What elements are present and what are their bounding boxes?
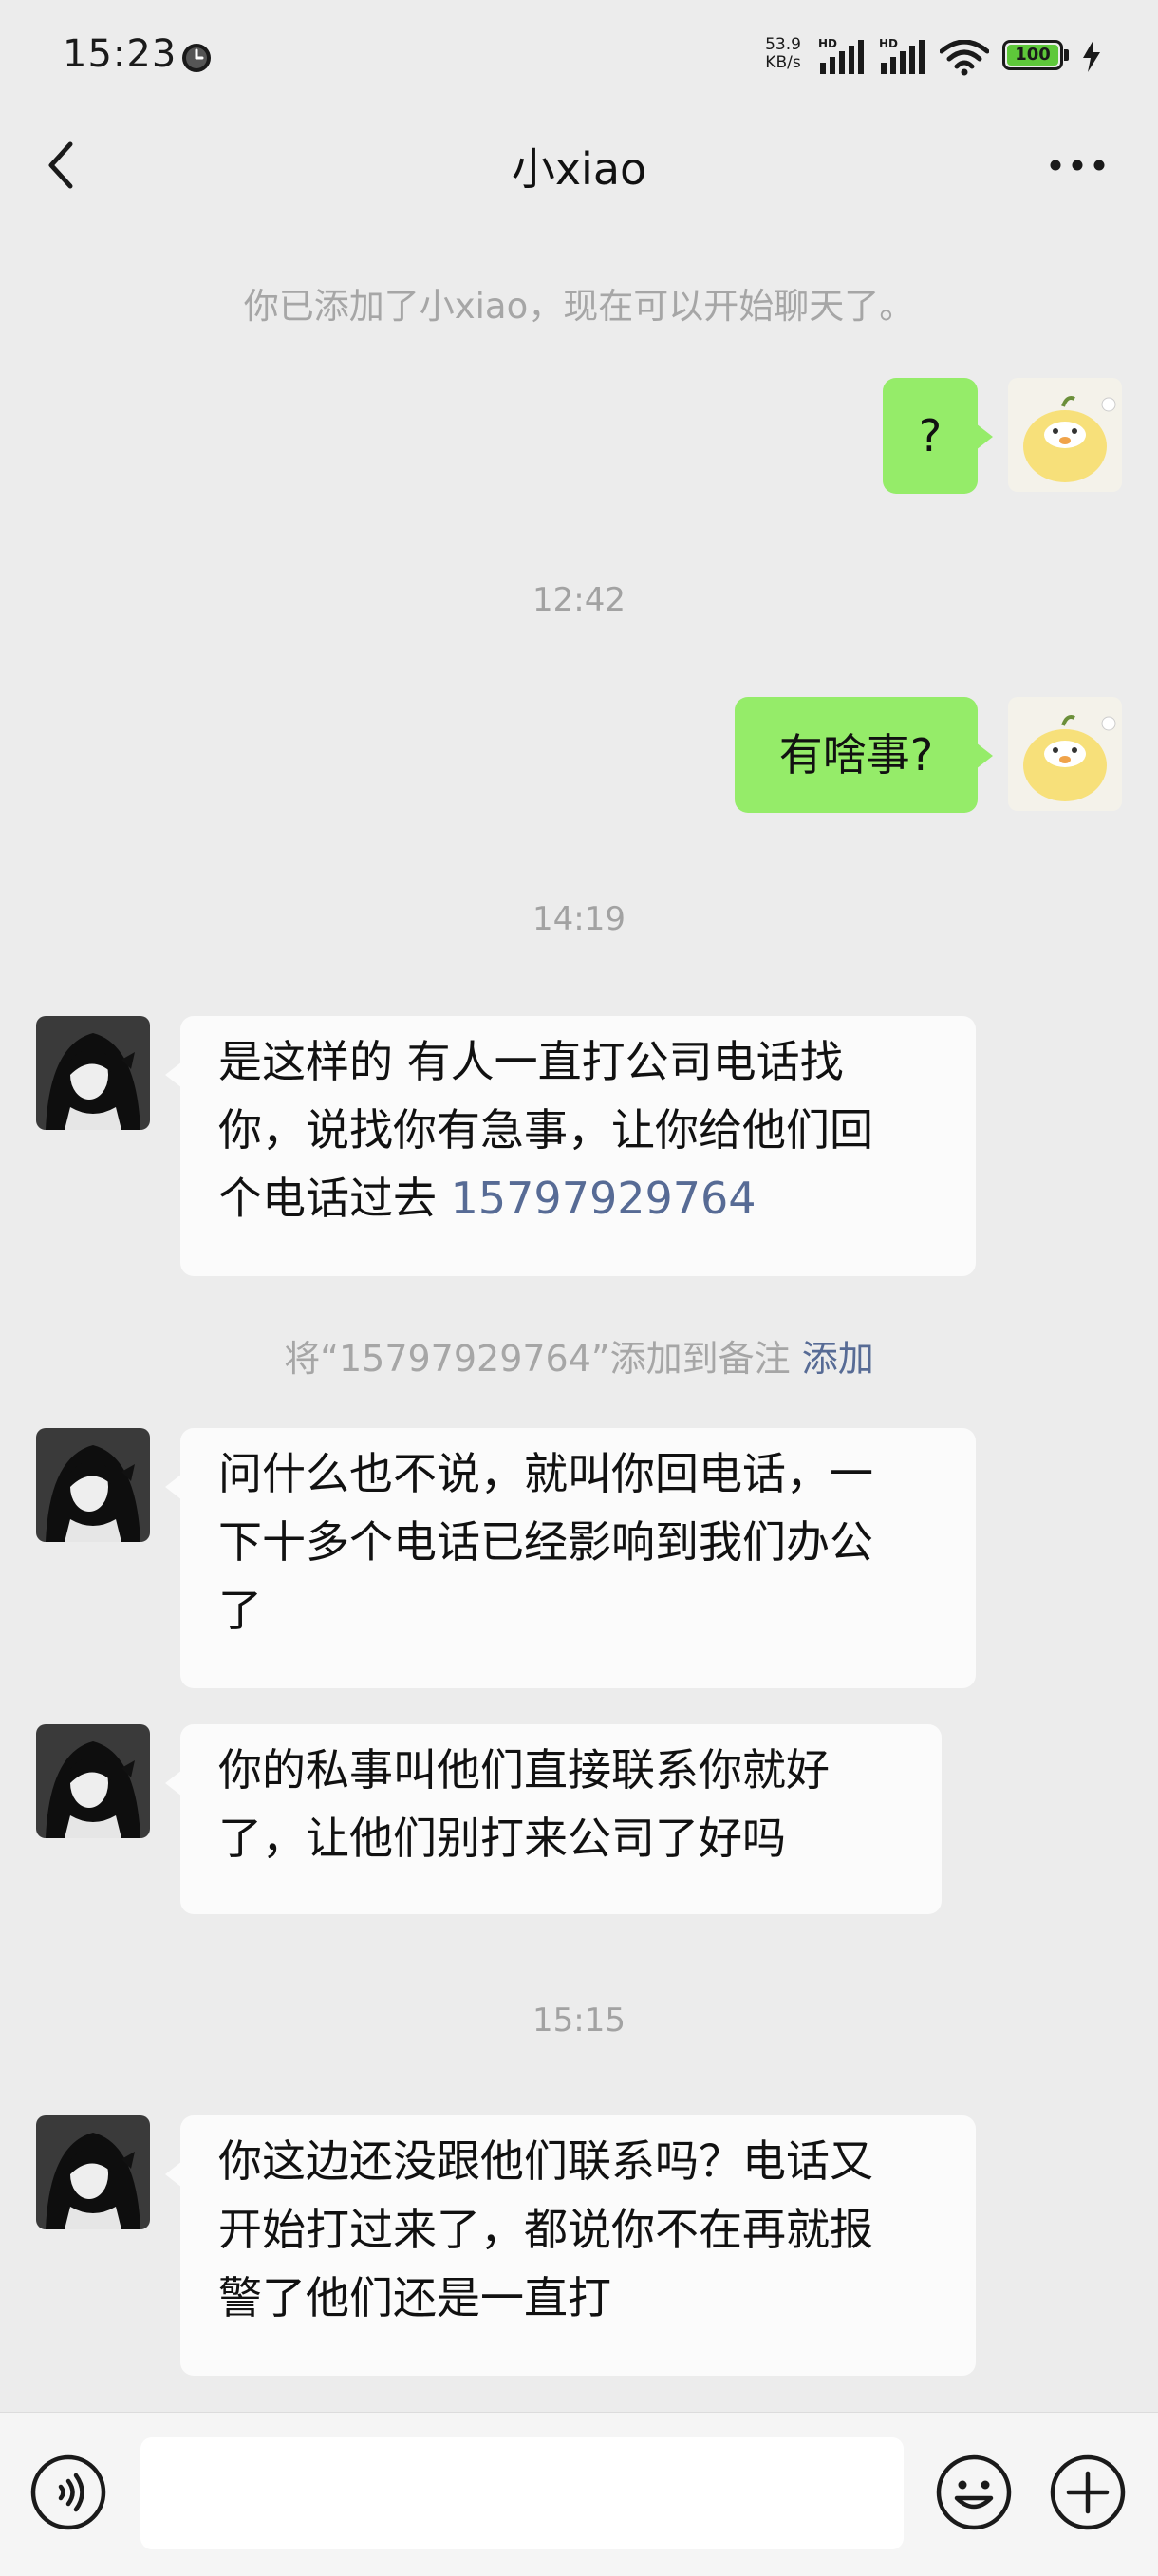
phone-number-link[interactable]: 15797929764: [451, 1173, 756, 1224]
battery-cap: [1064, 49, 1069, 61]
message-bubble-contact[interactable]: 是这样的 有人一直打公司电话找 你，说找你有急事，让你给他们回 个电话过去 15…: [165, 1016, 976, 1276]
message-line: 警了他们还是一直打: [218, 2272, 611, 2323]
message-bubble-mine[interactable]: ?: [883, 378, 993, 494]
timestamp: 15:15: [532, 2002, 626, 2040]
emoji-button[interactable]: [934, 2453, 1014, 2532]
network-speed-value: 53.9: [765, 35, 801, 54]
message-line: 你，说找你有急事，让你给他们回: [218, 1104, 873, 1156]
message-bubble-contact[interactable]: 你的私事叫他们直接联系你就好 了，让他们别打来公司了好吗: [165, 1724, 942, 1914]
contact-avatar-icon: [36, 1428, 150, 1542]
added-notice: 你已添加了小xiao，现在可以开始聊天了。: [243, 286, 915, 327]
charging-icon: [1083, 40, 1100, 72]
message-line: 你的私事叫他们直接联系你就好: [218, 1744, 830, 1796]
contact-avatar-icon: [36, 2115, 150, 2229]
message-bubble-contact[interactable]: 问什么也不说，就叫你回电话，一 下十多个电话已经影响到我们办公 了: [165, 1428, 976, 1688]
message-line: 你这边还没跟他们联系吗？电话又: [218, 2135, 873, 2187]
signal-2-icon: HD: [879, 37, 925, 74]
signal-2-label: HD: [879, 37, 898, 50]
signal-1-icon: HD: [818, 37, 864, 74]
my-avatar[interactable]: [1008, 378, 1122, 492]
message-bubble-contact[interactable]: 你这边还没跟他们联系吗？电话又 开始打过来了，都说你不在再就报 警了他们还是一直…: [165, 2115, 976, 2376]
duck-avatar-icon: [1008, 378, 1122, 492]
timestamp: 12:42: [532, 581, 626, 619]
remark-suggestion: 将“15797929764”添加到备注 添加: [0, 1329, 1158, 1382]
message-text: 有啥事?: [778, 729, 934, 780]
message-line: 问什么也不说，就叫你回电话，一: [218, 1448, 873, 1499]
message-line: 开始打过来了，都说你不在再就报: [218, 2204, 873, 2255]
add-remark-link[interactable]: 添加: [802, 1338, 874, 1380]
clock-icon: [182, 44, 211, 72]
my-avatar[interactable]: [1008, 697, 1122, 811]
chat-title: 小xiao: [511, 143, 647, 195]
message-text: 个电话过去: [218, 1173, 437, 1224]
timestamp: 14:19: [532, 900, 626, 938]
contact-avatar[interactable]: [36, 1016, 150, 1130]
battery-level: 100: [1007, 45, 1058, 66]
message-line: 了，让他们别打来公司了好吗: [218, 1813, 786, 1864]
message-line: 是这样的 有人一直打公司电话找: [218, 1036, 844, 1087]
contact-avatar-icon: [36, 1724, 150, 1838]
more-options-button[interactable]: [1044, 146, 1111, 184]
duck-avatar-icon: [1008, 697, 1122, 811]
message-bubble-mine[interactable]: 有啥事?: [735, 697, 993, 813]
wifi-icon: [940, 40, 989, 76]
message-line: 个电话过去 15797929764: [218, 1164, 940, 1232]
input-bar: [0, 2412, 1158, 2576]
status-time: 15:23: [63, 32, 177, 76]
more-functions-button[interactable]: [1048, 2453, 1128, 2532]
message-line: 下十多个电话已经影响到我们办公: [218, 1516, 873, 1568]
signal-1-label: HD: [818, 37, 837, 50]
contact-avatar-icon: [36, 1016, 150, 1130]
chat-header: 小xiao: [0, 114, 1158, 226]
status-bar: 15:23 53.9 KB/s HD HD 100: [0, 0, 1158, 114]
contact-avatar[interactable]: [36, 1724, 150, 1838]
voice-input-button[interactable]: [28, 2453, 108, 2532]
network-speed: 53.9 KB/s: [759, 36, 807, 72]
battery-indicator: 100: [1002, 40, 1063, 70]
remark-prompt: 将“15797929764”添加到备注: [284, 1338, 791, 1380]
message-input[interactable]: [140, 2437, 904, 2549]
message-text: ?: [918, 410, 943, 461]
contact-avatar[interactable]: [36, 2115, 150, 2229]
message-line: 了: [218, 1585, 262, 1636]
contact-avatar[interactable]: [36, 1428, 150, 1542]
network-speed-unit: KB/s: [765, 53, 801, 72]
